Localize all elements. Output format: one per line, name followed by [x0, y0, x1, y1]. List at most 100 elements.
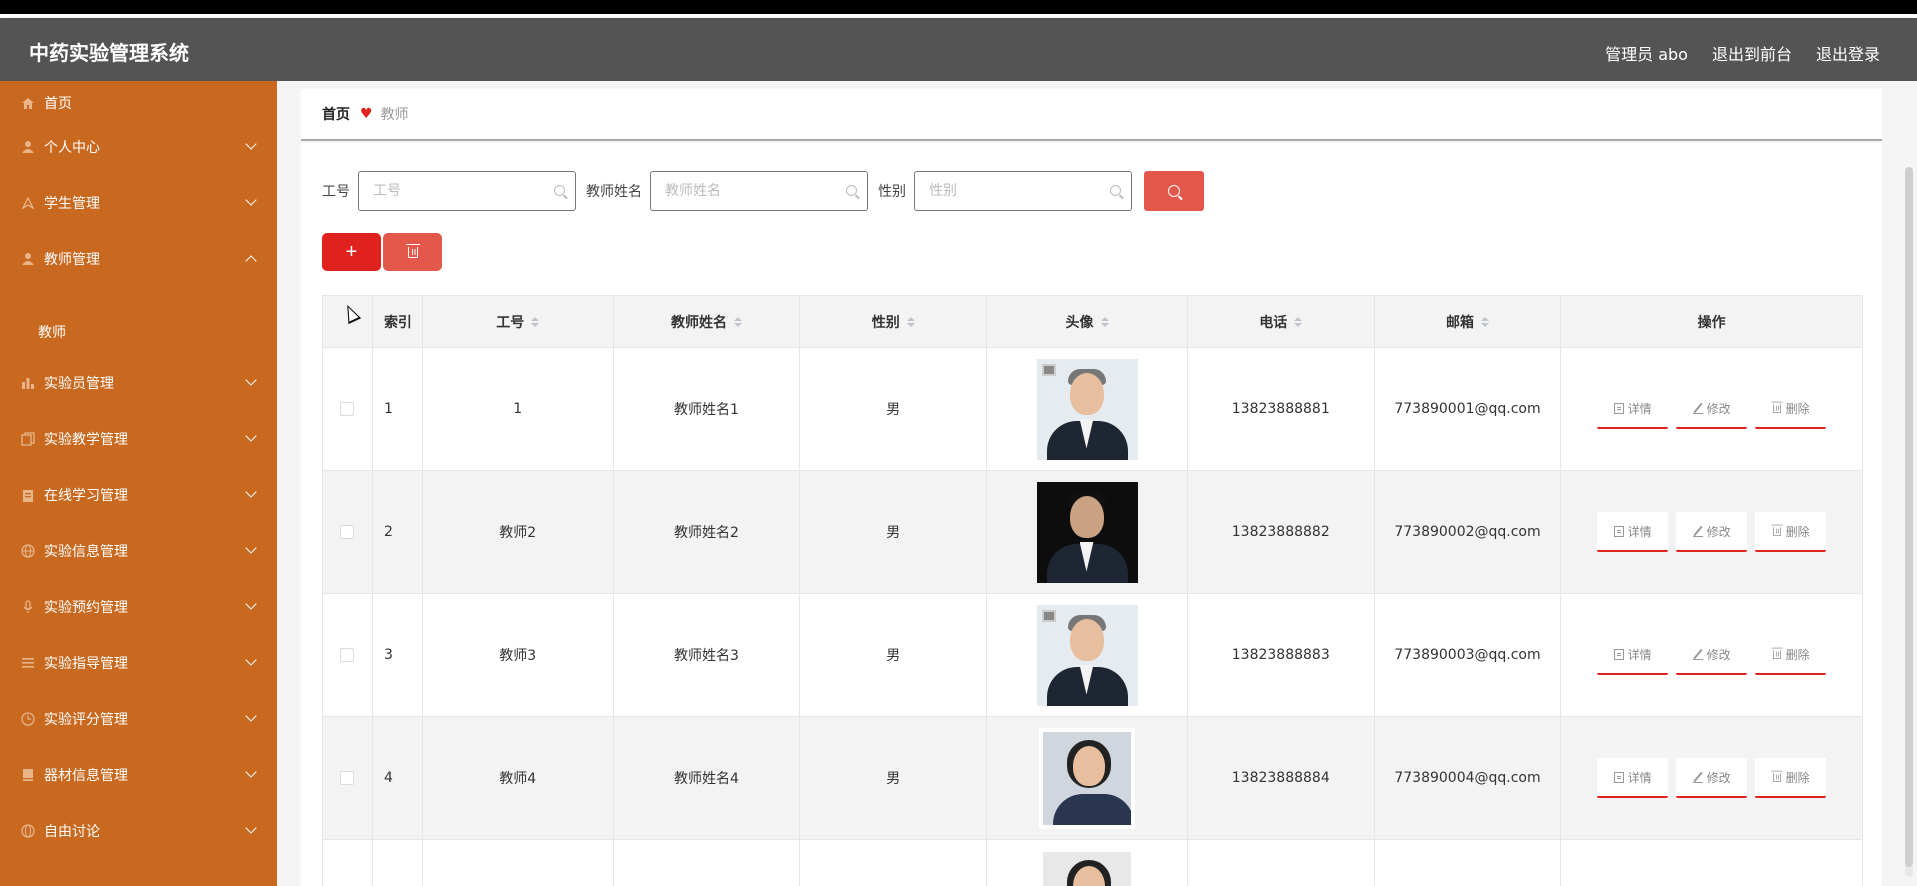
avatar[interactable]: [1036, 358, 1138, 460]
table-row: 1 1 教师姓名1 男 13823888881 773890001@qq.com…: [323, 348, 1862, 471]
delete-button[interactable]: 删除: [1755, 758, 1827, 798]
cell-avatar: [987, 471, 1188, 593]
name-search-box: [650, 171, 868, 211]
sort-icon: [906, 316, 915, 327]
cell-teacher-name: 教师姓名4: [614, 717, 801, 839]
app-title: 中药实验管理系统: [29, 41, 189, 65]
edit-button[interactable]: 修改: [1676, 512, 1748, 552]
detail-button[interactable]: 详情: [1597, 635, 1669, 675]
home-icon: [20, 95, 36, 111]
teacher-table: 索引 工号 教师姓名 性别 头像 电话 邮箱 操作 1 1 教师姓名1 男 13…: [322, 295, 1863, 886]
pencil-icon: [1692, 403, 1703, 414]
sort-icon: [1294, 316, 1303, 327]
document-icon: [1613, 402, 1624, 414]
header-links: 管理员 abo 退出到前台 退出登录: [1605, 41, 1880, 65]
col-teacher-id[interactable]: 工号: [423, 296, 614, 347]
col-avatar[interactable]: 头像: [987, 296, 1188, 347]
chevron-down-icon: [245, 598, 257, 610]
sidebar-item-lab-scoring[interactable]: 实验评分管理: [0, 704, 277, 734]
cell-email: 773890001@qq.com: [1375, 348, 1562, 470]
breadcrumb-home[interactable]: 首页: [322, 104, 350, 124]
row-checkbox[interactable]: [340, 402, 355, 416]
sidebar-item-lab-booking[interactable]: 实验预约管理: [0, 592, 277, 622]
chevron-down-icon: [245, 822, 257, 834]
add-button[interactable]: +: [322, 233, 381, 271]
detail-button[interactable]: 详情: [1597, 512, 1669, 552]
sort-icon: [1100, 316, 1109, 327]
row-actions: 详情 修改 删除: [1597, 758, 1827, 798]
row-checkbox-cell: [323, 594, 373, 716]
row-actions: 详情 修改 删除: [1597, 512, 1827, 552]
heart-icon: ♥: [360, 106, 373, 122]
sidebar-item-online-learning[interactable]: 在线学习管理: [0, 480, 277, 510]
sex-label: 性别: [878, 184, 906, 200]
document-icon: [1613, 648, 1624, 660]
vertical-scrollbar[interactable]: [1905, 167, 1913, 877]
batch-delete-button[interactable]: [383, 233, 442, 271]
copy-icon: [20, 431, 36, 447]
avatar[interactable]: [1036, 604, 1138, 706]
chevron-down-icon: [245, 138, 257, 150]
sidebar-item-lab-staff[interactable]: 实验员管理: [0, 368, 277, 398]
name-search-input[interactable]: [651, 172, 867, 210]
cell-avatar: [987, 840, 1188, 886]
sex-search-box: [914, 171, 1132, 211]
list-icon: [20, 655, 36, 671]
delete-button[interactable]: 删除: [1755, 389, 1827, 429]
detail-button[interactable]: 详情: [1597, 758, 1669, 798]
chevron-down-icon: [245, 766, 257, 778]
sidebar-item-teachers[interactable]: 教师管理: [0, 244, 277, 274]
chevron-down-icon: [245, 194, 257, 206]
edit-button[interactable]: 修改: [1676, 635, 1748, 675]
edit-button[interactable]: 修改: [1676, 389, 1748, 429]
sidebar-item-personal-center[interactable]: 个人中心: [0, 132, 277, 162]
detail-button[interactable]: 详情: [1597, 389, 1669, 429]
logout-link[interactable]: 退出登录: [1816, 41, 1880, 65]
edit-label: 修改: [1706, 647, 1731, 662]
avatar[interactable]: [1036, 481, 1138, 583]
id-search-input[interactable]: [359, 172, 575, 210]
cell-operations: [1561, 840, 1862, 886]
sidebar-item-lab-teaching[interactable]: 实验教学管理: [0, 424, 277, 454]
sidebar-subitem-teacher[interactable]: 教师: [38, 322, 66, 342]
user-icon: [20, 251, 36, 267]
search-row: 工号 教师姓名 性别: [322, 171, 1204, 211]
delete-button[interactable]: 删除: [1755, 635, 1827, 675]
search-button[interactable]: [1144, 171, 1204, 211]
delete-label: 删除: [1785, 524, 1810, 539]
row-checkbox[interactable]: [340, 648, 355, 662]
table-row: 3 教师3 教师姓名3 男 13823888883 773890003@qq.c…: [323, 594, 1862, 717]
avatar[interactable]: [1039, 848, 1135, 886]
sex-search-input[interactable]: [915, 172, 1131, 210]
avatar[interactable]: [1039, 727, 1135, 829]
exit-to-front-link[interactable]: 退出到前台: [1712, 41, 1792, 65]
delete-button[interactable]: 删除: [1755, 512, 1827, 552]
sidebar-item-students[interactable]: 学生管理: [0, 188, 277, 218]
col-teacher-name[interactable]: 教师姓名: [614, 296, 801, 347]
row-checkbox[interactable]: [340, 525, 355, 539]
edit-button[interactable]: 修改: [1676, 758, 1748, 798]
row-checkbox[interactable]: [340, 771, 355, 785]
col-sex[interactable]: 性别: [800, 296, 988, 347]
col-email[interactable]: 邮箱: [1375, 296, 1562, 347]
col-phone[interactable]: 电话: [1188, 296, 1375, 347]
cell-phone: 13823888882: [1188, 471, 1375, 593]
scrollbar-thumb[interactable]: [1905, 167, 1913, 867]
sort-icon: [1481, 316, 1489, 327]
detail-label: 详情: [1627, 401, 1652, 416]
chevron-down-icon: [245, 486, 257, 498]
table-header-row: 索引 工号 教师姓名 性别 头像 电话 邮箱 操作: [323, 296, 1862, 348]
col-email-label: 邮箱: [1446, 314, 1474, 331]
cell-sex: 男: [800, 717, 988, 839]
sidebar-item-equipment[interactable]: 器材信息管理: [0, 760, 277, 790]
sidebar-item-lab-info[interactable]: 实验信息管理: [0, 536, 277, 566]
col-avatar-label: 头像: [1065, 314, 1094, 331]
cell-sex: 男: [800, 471, 988, 593]
search-icon: [1110, 185, 1121, 196]
admin-user-label[interactable]: 管理员 abo: [1605, 41, 1688, 65]
sidebar-item-free-discussion[interactable]: 自由讨论: [0, 816, 277, 846]
app-header: 中药实验管理系统 管理员 abo 退出到前台 退出登录: [0, 18, 1917, 81]
sidebar-item-home[interactable]: 首页: [0, 88, 277, 118]
sidebar-item-lab-guidance[interactable]: 实验指导管理: [0, 648, 277, 678]
cell-avatar: [987, 717, 1188, 839]
